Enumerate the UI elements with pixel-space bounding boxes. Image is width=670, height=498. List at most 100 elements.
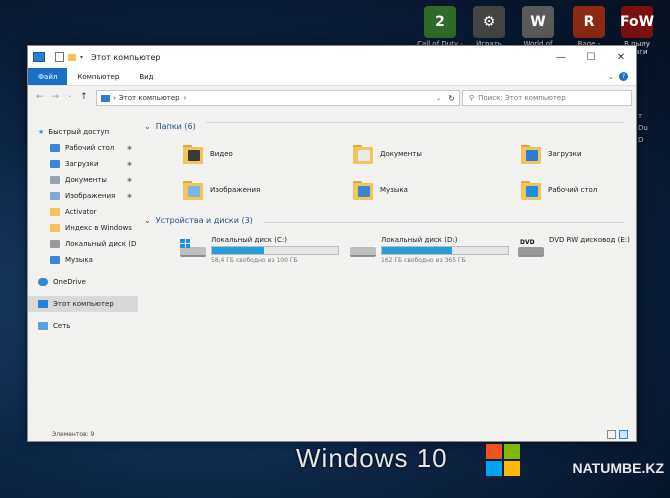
sidebar-item-this-pc[interactable]: Этот компьютер xyxy=(28,296,138,312)
help-icon[interactable]: ? xyxy=(619,72,628,81)
sidebar-item[interactable]: Локальный диск (D xyxy=(28,236,138,252)
folder-item[interactable]: Музыка xyxy=(352,176,512,204)
folder-icon xyxy=(182,143,204,165)
sidebar-item[interactable]: Рабочий стол ✱ xyxy=(28,140,138,156)
computer-icon xyxy=(38,300,48,308)
pin-icon[interactable]: ✱ xyxy=(127,193,132,200)
sidebar-item-label: Изображения xyxy=(65,192,116,200)
sidebar-item[interactable]: Activator xyxy=(28,204,138,220)
drive-label: DVD RW дисковод (E:) xyxy=(549,236,630,244)
folder-icon xyxy=(50,176,60,184)
address-dropdown-icon[interactable]: ⌄ xyxy=(436,95,441,102)
wot-icon: W xyxy=(522,6,554,38)
drive-usage-bar xyxy=(211,246,339,255)
drive-item[interactable]: Локальный диск (C:) 58,4 ГБ свободно из 1… xyxy=(178,236,348,266)
drives-group-header[interactable]: ⌄ Устройства и диски (3) xyxy=(144,216,253,225)
details-view-button[interactable] xyxy=(607,430,616,439)
folder-item[interactable]: Изображения xyxy=(182,176,342,204)
folder-icon xyxy=(520,143,542,165)
back-arrow-icon[interactable]: ← xyxy=(36,92,44,102)
folder-label: Музыка xyxy=(380,186,408,194)
folder-icon xyxy=(50,256,60,264)
minimize-button[interactable]: — xyxy=(546,46,576,68)
folder-icon xyxy=(50,160,60,168)
dvd-label: DVD xyxy=(520,239,535,246)
recent-locations-icon[interactable]: ⌄ xyxy=(67,92,72,102)
folder-icon xyxy=(182,179,204,201)
maximize-button[interactable]: ☐ xyxy=(576,46,606,68)
windows-logo-icon xyxy=(486,444,520,476)
sidebar-item-network[interactable]: Сеть xyxy=(28,318,138,334)
folder-item[interactable]: Видео xyxy=(182,140,342,168)
folder-item[interactable]: Документы xyxy=(352,140,512,168)
folder-icon xyxy=(50,224,60,232)
address-path[interactable]: Этот компьютер xyxy=(119,94,180,102)
hard-drive-icon xyxy=(178,239,206,259)
close-button[interactable]: ✕ xyxy=(606,46,636,68)
status-bar: Элементов: 9 xyxy=(28,427,636,441)
folder-label: Видео xyxy=(210,150,233,158)
sidebar-item-label: Музыка xyxy=(65,256,93,264)
drive-label: Локальный диск (D:) xyxy=(381,236,458,244)
folder-item[interactable]: Рабочий стол xyxy=(520,176,670,204)
address-separator-trailing: › xyxy=(183,94,187,102)
sidebar-item[interactable]: Изображения ✱ xyxy=(28,188,138,204)
forward-arrow-icon[interactable]: → xyxy=(52,92,60,102)
up-arrow-icon[interactable]: ↑ xyxy=(80,92,88,102)
pin-icon[interactable]: ✱ xyxy=(127,177,132,184)
tab-computer[interactable]: Компьютер xyxy=(67,68,129,85)
search-placeholder: Поиск: Этот компьютер xyxy=(478,94,566,102)
item-count: Элементов: 9 xyxy=(52,430,95,438)
drive-free-space: 162 ГБ свободно из 365 ГБ xyxy=(381,257,466,264)
desktop-shortcut[interactable]: W World of xyxy=(515,6,561,48)
drive-usage-bar xyxy=(381,246,509,255)
pin-icon[interactable]: ✱ xyxy=(127,161,132,168)
new-folder-icon[interactable] xyxy=(68,53,76,61)
properties-icon[interactable] xyxy=(55,52,64,62)
cod-icon: 2 xyxy=(424,6,456,38)
sidebar-item-label: Рабочий стол xyxy=(65,144,115,152)
sidebar-item[interactable]: Индекс в Windows xyxy=(28,220,138,236)
collapse-chevron-icon: ⌄ xyxy=(144,122,151,131)
sidebar-item-label: Локальный диск (D xyxy=(65,240,137,248)
folder-label: Рабочий стол xyxy=(548,186,598,194)
qa-dropdown-icon[interactable]: ▾ xyxy=(80,54,83,61)
cloud-icon xyxy=(38,278,48,286)
address-bar[interactable]: › Этот компьютер › ⌄ ↻ xyxy=(96,90,460,106)
sidebar-item-label: Activator xyxy=(65,208,97,216)
quick-access-toolbar: ▾ Этот компьютер xyxy=(28,52,160,62)
address-separator: › xyxy=(113,94,116,102)
sidebar-item-quick-access[interactable]: ★ Быстрый доступ xyxy=(28,124,138,140)
drive-item[interactable]: Локальный диск (D:) 162 ГБ свободно из 36… xyxy=(348,236,518,266)
drive-free-space: 58,4 ГБ свободно из 100 ГБ xyxy=(211,257,298,264)
tab-file[interactable]: Файл xyxy=(28,68,68,85)
sidebar-item[interactable]: Загрузки ✱ xyxy=(28,156,138,172)
tiles-view-button[interactable] xyxy=(619,430,628,439)
folder-icon xyxy=(352,179,374,201)
this-pc-icon xyxy=(33,52,45,62)
pin-icon[interactable]: ✱ xyxy=(127,145,132,152)
network-icon xyxy=(38,322,48,330)
explorer-window: ▾ Этот компьютер — ☐ ✕ Файл Компьютер Ви… xyxy=(27,45,637,442)
sidebar-item[interactable]: Музыка xyxy=(28,252,138,268)
desktop-shortcut[interactable]: ⚙ Играть xyxy=(466,6,512,48)
search-input[interactable]: ⚲ Поиск: Этот компьютер xyxy=(462,90,632,106)
this-pc-small-icon xyxy=(101,94,110,102)
sidebar-item-onedrive[interactable]: OneDrive xyxy=(28,274,138,290)
search-icon: ⚲ xyxy=(469,94,475,102)
folder-icon xyxy=(50,192,60,200)
desktop-shortcut[interactable]: 2 Call of Duty - xyxy=(417,6,463,48)
folder-icon xyxy=(520,179,542,201)
folders-group-header[interactable]: ⌄ Папки (6) xyxy=(144,122,196,131)
refresh-icon[interactable]: ↻ xyxy=(448,94,455,103)
folder-item[interactable]: Загрузки xyxy=(520,140,670,168)
title-bar: ▾ Этот компьютер — ☐ ✕ xyxy=(28,46,636,68)
play-gear-icon: ⚙ xyxy=(473,6,505,38)
desktop-shortcut[interactable]: R Rage - xyxy=(566,6,612,48)
drive-item[interactable]: DVD DVD RW дисковод (E:) xyxy=(516,236,670,266)
sidebar-item[interactable]: Документы ✱ xyxy=(28,172,138,188)
ribbon-expand-icon[interactable]: ⌄ xyxy=(608,73,614,81)
tab-view[interactable]: Вид xyxy=(129,68,163,85)
drive-label: Локальный диск (C:) xyxy=(211,236,287,244)
folder-label: Изображения xyxy=(210,186,261,194)
